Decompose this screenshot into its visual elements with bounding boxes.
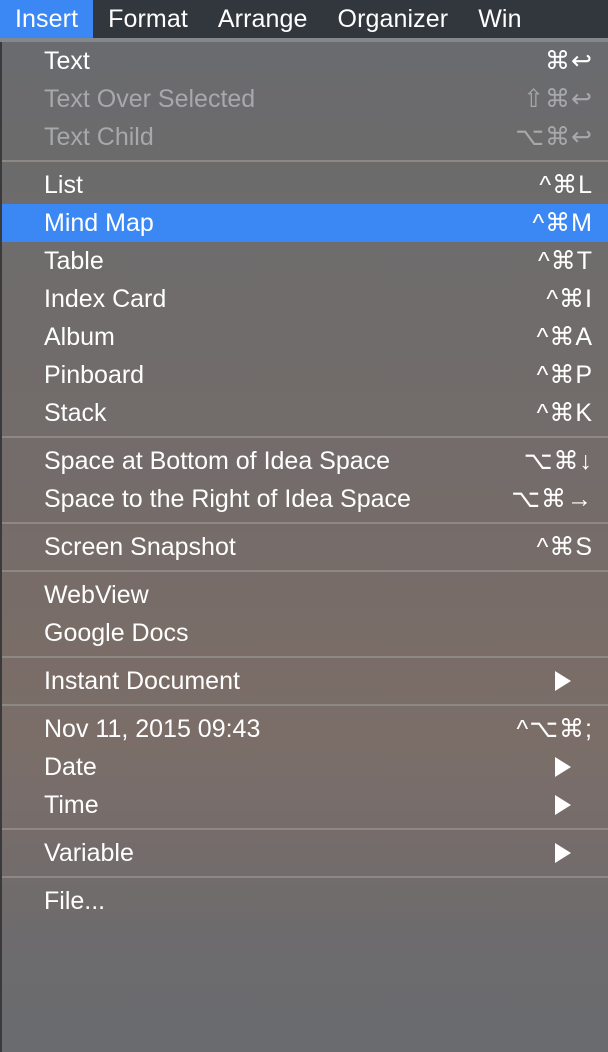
menubar-item-label: Format (108, 4, 188, 33)
menu-item-label: Text (44, 46, 90, 75)
menu-item-shortcut: ⌥⌘↓ (523, 446, 593, 475)
menu-item-instant-document[interactable]: Instant Document (2, 662, 608, 700)
menu-item-variable[interactable]: Variable (2, 834, 608, 872)
menu-item-shortcut: ^⌘S (536, 532, 593, 561)
menu-separator (2, 156, 608, 166)
menubar-item-label: Win (478, 4, 522, 33)
menu-item-label: Instant Document (44, 666, 240, 695)
menubar-item-organizer[interactable]: Organizer (323, 0, 464, 38)
menu-item-shortcut: ^⌘T (537, 246, 593, 275)
menu-item-label: Pinboard (44, 360, 145, 389)
menu-item-label: Index Card (44, 284, 167, 313)
menu-item-shortcut: ^⌘P (536, 360, 593, 389)
menu-item-space-to-the-right-of-idea-space[interactable]: Space to the Right of Idea Space ⌥⌘→ (2, 480, 608, 518)
menu-item-text-over-selected: Text Over Selected ⇧⌘↩ (2, 80, 608, 118)
menu-item-label: Screen Snapshot (44, 532, 236, 561)
submenu-arrow-icon (555, 757, 571, 777)
menu-item-text-child: Text Child ⌥⌘↩ (2, 118, 608, 156)
menu-item-stack[interactable]: Stack ^⌘K (2, 394, 608, 432)
menubar-item-arrange[interactable]: Arrange (203, 0, 323, 38)
menu-item-date[interactable]: Date (2, 748, 608, 786)
menu-item-time[interactable]: Time (2, 786, 608, 824)
menu-item-label: List (44, 170, 83, 199)
menu-item-label: Variable (44, 838, 134, 867)
menu-item-shortcut: ^⌘I (546, 284, 593, 313)
menu-item-label: Time (44, 790, 99, 819)
menu-separator (2, 566, 608, 576)
menu-item-label: Google Docs (44, 618, 189, 647)
menu-item-space-at-bottom-of-idea-space[interactable]: Space at Bottom of Idea Space ⌥⌘↓ (2, 442, 608, 480)
menu-separator (2, 872, 608, 882)
menu-item-shortcut: ^⌘A (536, 322, 593, 351)
menu-item-label: Space to the Right of Idea Space (44, 484, 411, 513)
menu-separator (2, 432, 608, 442)
menubar-item-format[interactable]: Format (93, 0, 203, 38)
menu-item-webview[interactable]: WebView (2, 576, 608, 614)
submenu-arrow-icon (555, 795, 571, 815)
menu-item-shortcut: ⌥⌘↩ (515, 122, 593, 151)
menu-item-list[interactable]: List ^⌘L (2, 166, 608, 204)
menu-separator (2, 824, 608, 834)
insert-menu-dropdown: Text ⌘↩ Text Over Selected ⇧⌘↩ Text Child ⌥⌘↩… (0, 42, 608, 1052)
menu-item-shortcut: ^⌥⌘; (516, 714, 593, 743)
menu-item-pinboard[interactable]: Pinboard ^⌘P (2, 356, 608, 394)
menu-item-album[interactable]: Album ^⌘A (2, 318, 608, 356)
menu-item-mind-map[interactable]: Mind Map ^⌘M (2, 204, 608, 242)
menubar-item-label: Organizer (337, 4, 449, 33)
menu-item-index-card[interactable]: Index Card ^⌘I (2, 280, 608, 318)
menubar-item-label: Insert (15, 4, 79, 33)
menu-item-label: Nov 11, 2015 09:43 (44, 714, 261, 743)
menu-item-label: Stack (44, 398, 107, 427)
menu-item-label: Text Child (44, 122, 154, 151)
menu-item-label: Text Over Selected (44, 84, 256, 113)
menu-item-label: Mind Map (44, 208, 154, 237)
menu-item-label: Date (44, 752, 97, 781)
menu-item-shortcut: ⌥⌘→ (511, 484, 593, 513)
menu-item-label: Space at Bottom of Idea Space (44, 446, 391, 475)
menu-item-screen-snapshot[interactable]: Screen Snapshot ^⌘S (2, 528, 608, 566)
menu-item-file[interactable]: File... (2, 882, 608, 920)
menubar-item-label: Arrange (217, 4, 308, 33)
menu-item-label: Table (44, 246, 104, 275)
menu-item-shortcut: ⌘↩ (545, 46, 593, 75)
menubar-item-win[interactable]: Win (463, 0, 536, 38)
menu-item-table[interactable]: Table ^⌘T (2, 242, 608, 280)
menu-separator (2, 518, 608, 528)
menu-item-shortcut: ^⌘K (536, 398, 593, 427)
submenu-arrow-icon (555, 671, 571, 691)
menu-item-google-docs[interactable]: Google Docs (2, 614, 608, 652)
submenu-arrow-icon (555, 843, 571, 863)
menu-item-label: File... (44, 886, 106, 915)
menu-item-text[interactable]: Text ⌘↩ (2, 42, 608, 80)
menu-bar: Insert Format Arrange Organizer Win (0, 0, 608, 38)
menu-item-shortcut: ^⌘L (539, 170, 593, 199)
menubar-item-insert[interactable]: Insert (0, 0, 94, 38)
menu-item-shortcut: ^⌘M (532, 208, 593, 237)
menu-item-nov-11-2015-09-43[interactable]: Nov 11, 2015 09:43 ^⌥⌘; (2, 710, 608, 748)
menu-item-label: Album (44, 322, 115, 351)
menu-item-shortcut: ⇧⌘↩ (523, 84, 593, 113)
menu-separator (2, 652, 608, 662)
menu-item-label: WebView (44, 580, 149, 609)
menu-separator (2, 700, 608, 710)
